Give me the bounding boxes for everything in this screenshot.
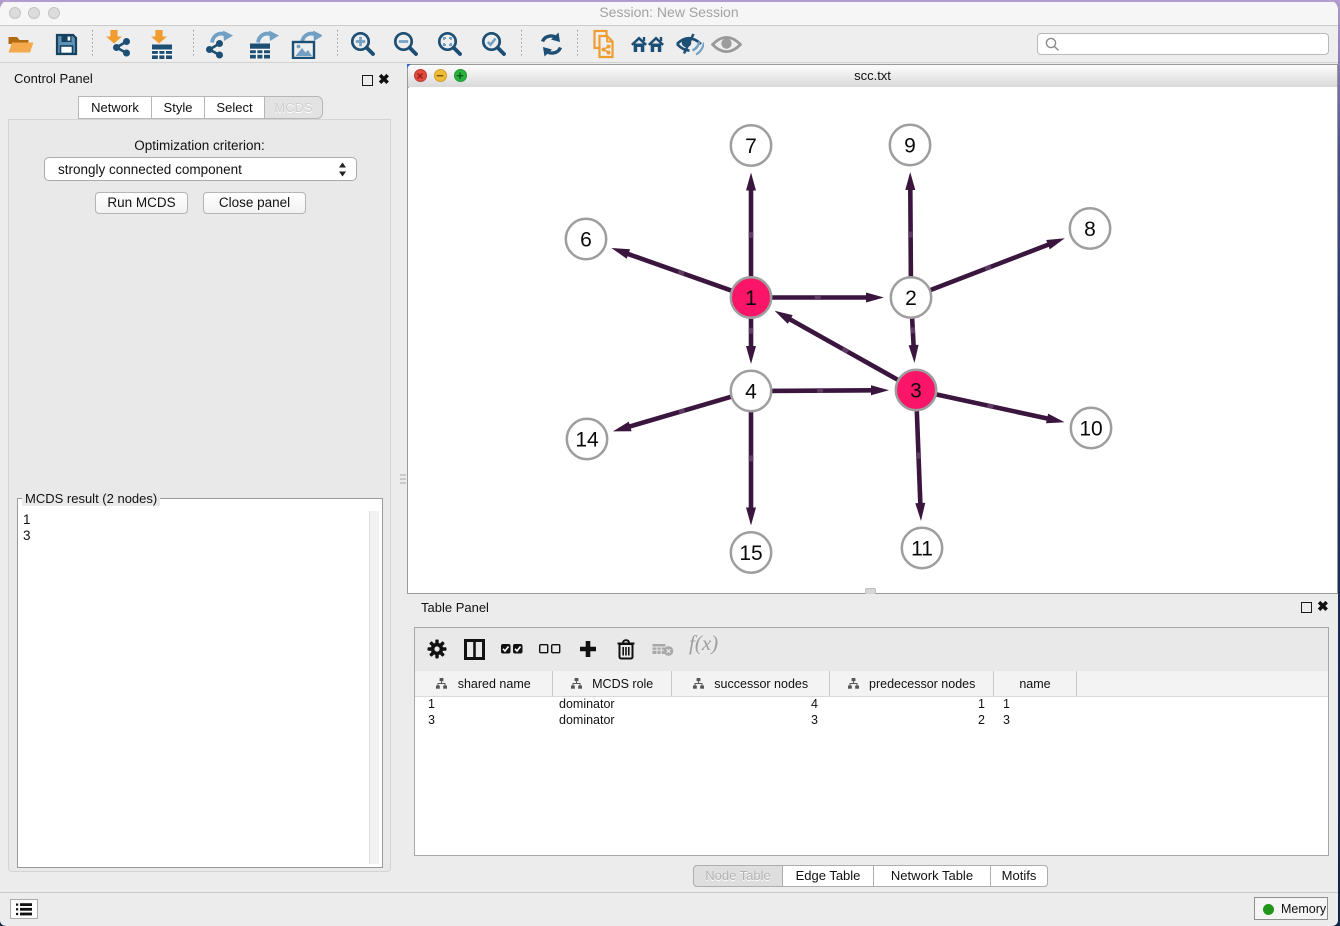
svg-text:10: 10 <box>1079 418 1102 441</box>
svg-text:4: 4 <box>745 381 757 404</box>
svg-text:7: 7 <box>745 135 757 158</box>
svg-text:11: 11 <box>911 538 933 561</box>
svg-text:15: 15 <box>739 542 762 565</box>
svg-text:6: 6 <box>580 229 592 252</box>
svg-text:2: 2 <box>905 287 917 310</box>
svg-text:8: 8 <box>1084 218 1096 241</box>
svg-text:3: 3 <box>910 380 922 403</box>
svg-text:1: 1 <box>745 287 757 310</box>
svg-text:9: 9 <box>904 135 916 158</box>
svg-text:14: 14 <box>575 429 599 452</box>
